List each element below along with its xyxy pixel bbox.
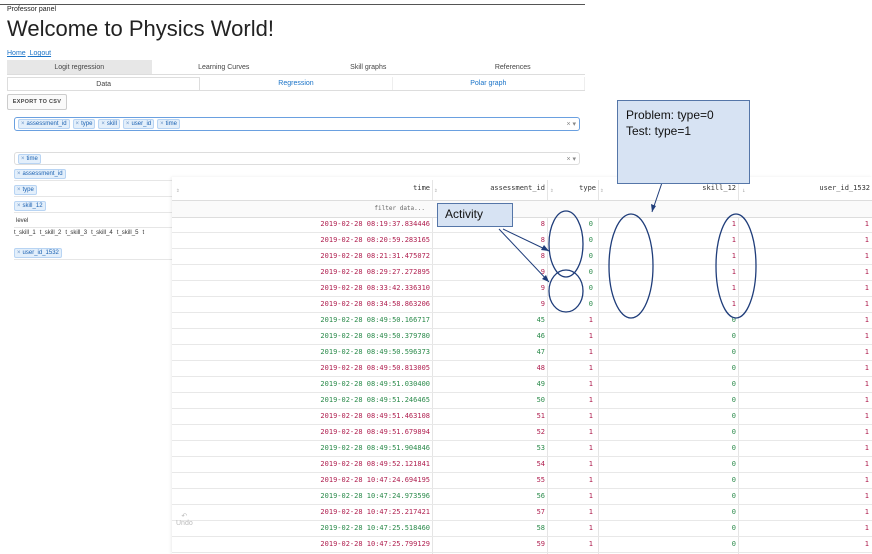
arrow-activity-9: [498, 228, 550, 283]
activity-8-ellipse: [548, 210, 584, 278]
note-line: Problem: type=0: [626, 108, 714, 122]
type-column-ellipse: [608, 213, 654, 319]
arrowhead: [541, 245, 549, 251]
annotation-overlay: [498, 167, 757, 319]
activity-label-box: Activity: [437, 203, 513, 227]
annotation-note-box: Problem: type=0 Test: type=1: [617, 100, 750, 184]
skill-column-ellipse: [715, 213, 757, 319]
note-line: Test: type=1: [626, 124, 692, 138]
activity-9-ellipse: [548, 269, 584, 313]
arrowhead: [651, 204, 656, 212]
